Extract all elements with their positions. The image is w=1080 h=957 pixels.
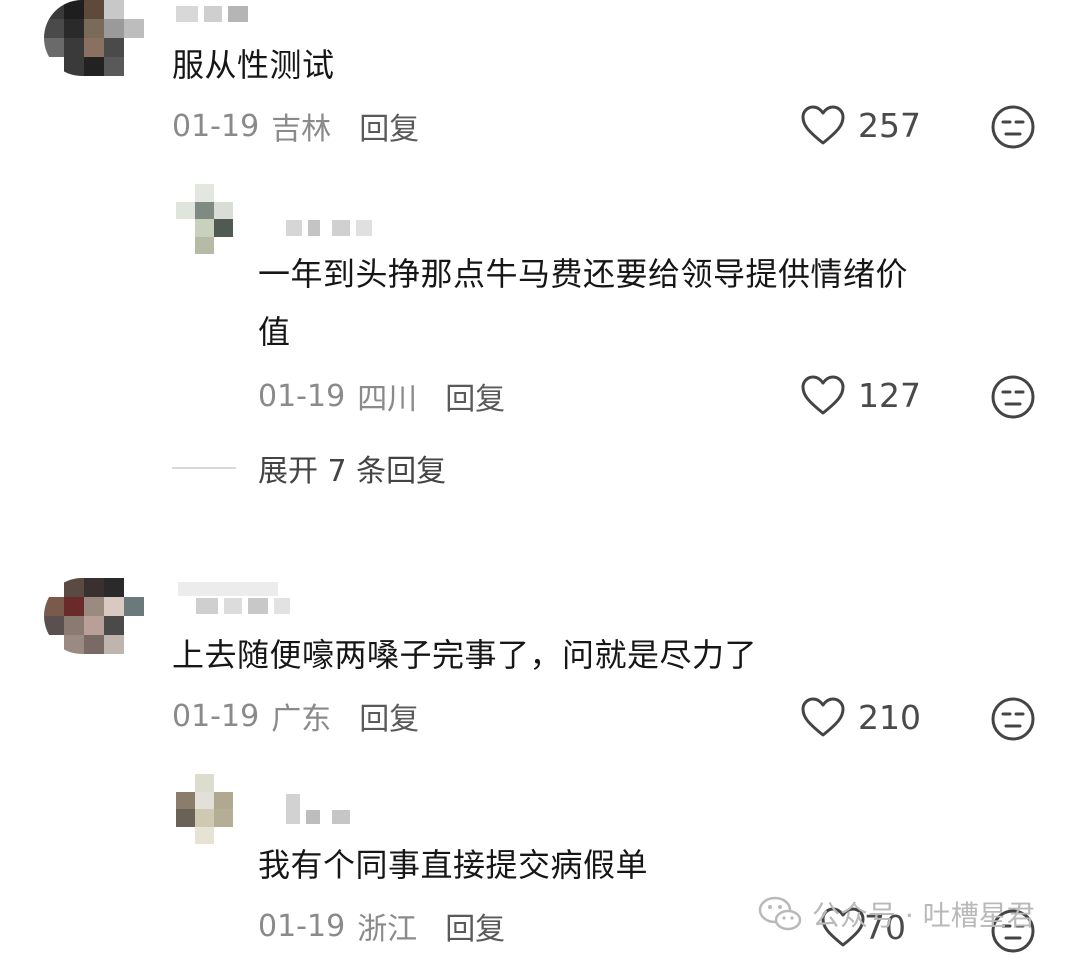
reply-text-line1: 一年到头挣那点牛马费还要给领导提供情绪价 [258, 255, 909, 293]
reply-username-blurred[interactable] [286, 794, 350, 824]
neutral-face-icon[interactable] [990, 374, 1036, 420]
like-count: 210 [858, 697, 921, 737]
reply-meta: 01-19 浙江 回复 [258, 904, 505, 948]
reply-location: 四川 [357, 382, 418, 417]
avatar[interactable] [44, 0, 144, 76]
reply-avatar[interactable] [176, 774, 252, 844]
like-count: 257 [858, 105, 921, 145]
wechat-icon [758, 896, 802, 931]
comment-date: 01-19 [172, 108, 260, 144]
reply-username-blurred[interactable] [286, 220, 372, 236]
reply-date: 01-19 [258, 378, 346, 414]
reply-button[interactable]: 回复 [359, 694, 419, 738]
watermark-text: 公众号 · 吐槽星君 [812, 899, 1035, 932]
comment-location: 吉林 [271, 112, 332, 147]
reply-location: 浙江 [357, 912, 418, 947]
like-count: 127 [858, 375, 921, 415]
username-blurred[interactable] [178, 582, 278, 596]
like-button[interactable]: 210 [800, 696, 921, 738]
expand-replies-label: 展开 7 条回复 [258, 454, 447, 489]
reply-meta: 01-19 四川 回复 [258, 374, 505, 418]
reply-text: 我有个同事直接提交病假单 [258, 846, 649, 884]
like-button[interactable]: 257 [800, 104, 921, 146]
heart-outline-icon [801, 697, 845, 737]
comment-location: 广东 [271, 702, 332, 737]
heart-outline-icon [801, 105, 845, 145]
watermark: 公众号 · 吐槽星君 [758, 894, 1035, 934]
username-blurred-2 [196, 598, 290, 614]
like-button[interactable]: 127 [800, 374, 921, 416]
neutral-face-icon[interactable] [990, 104, 1036, 150]
reply-text-line2: 值 [258, 313, 291, 351]
reply-date: 01-19 [258, 908, 346, 944]
avatar[interactable] [44, 578, 144, 654]
expand-replies-button[interactable]: 展开 7 条回复 [172, 446, 446, 490]
comment-meta: 01-19 广东 回复 [172, 694, 419, 738]
comment-date: 01-19 [172, 698, 260, 734]
reply-avatar[interactable] [176, 184, 252, 254]
reply-button[interactable]: 回复 [359, 104, 419, 148]
reply-button[interactable]: 回复 [445, 904, 505, 948]
reply-button[interactable]: 回复 [445, 374, 505, 418]
comment-text: 服从性测试 [172, 46, 335, 84]
neutral-face-icon[interactable] [990, 696, 1036, 742]
comment-meta: 01-19 吉林 回复 [172, 104, 419, 148]
divider-line [172, 467, 236, 469]
heart-outline-icon [801, 375, 845, 415]
comment-text: 上去随便嚎两嗓子完事了，问就是尽力了 [172, 636, 758, 674]
username-blurred[interactable] [176, 6, 248, 22]
